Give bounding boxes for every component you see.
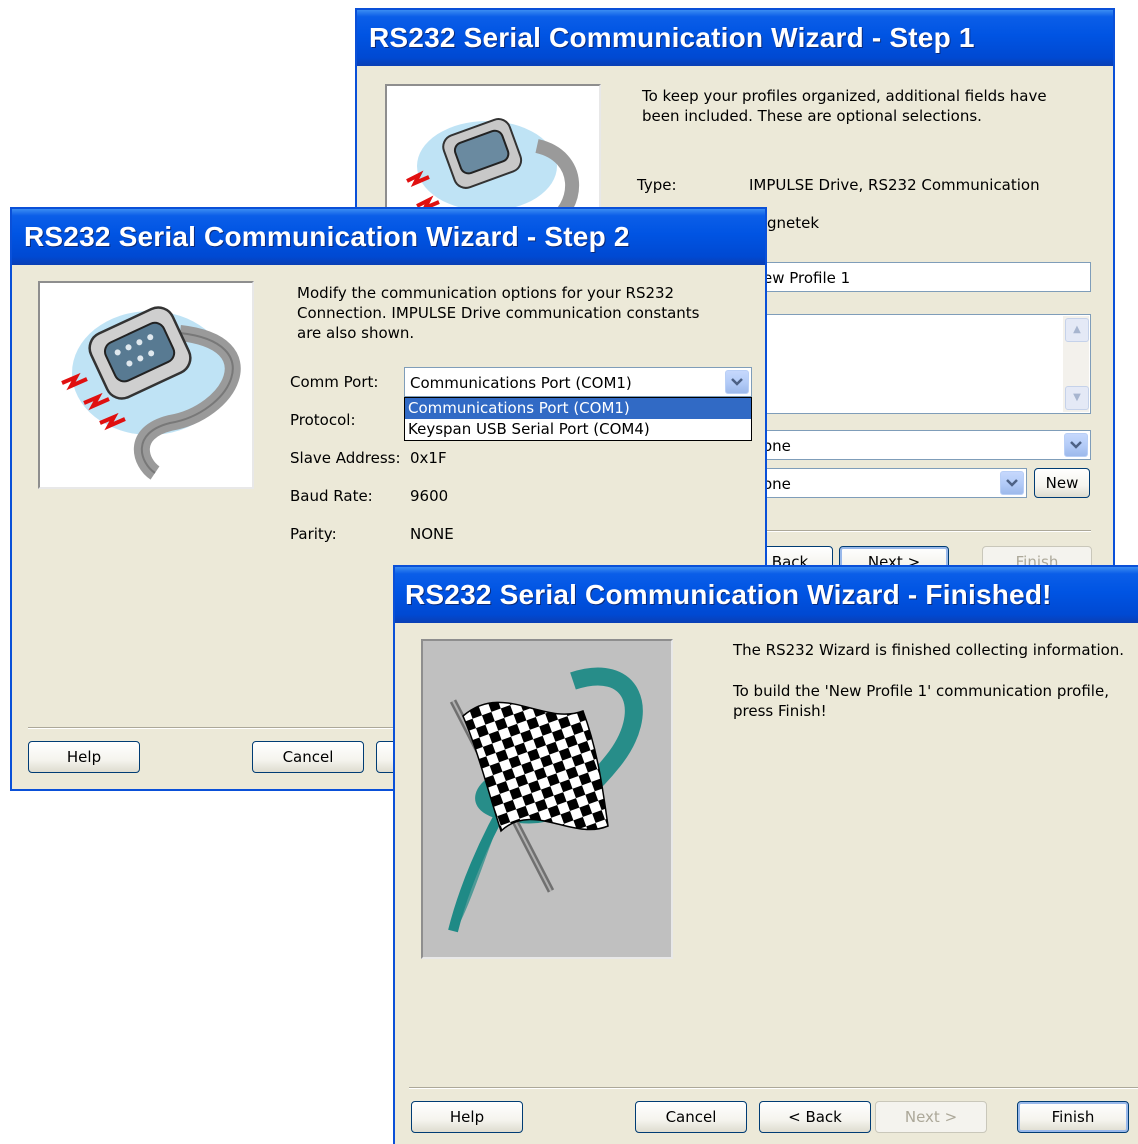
step1-manufacturer-value: gnetek (767, 214, 820, 232)
step2-comm-port-label: Comm Port: (290, 373, 379, 391)
step1-dropdown-2[interactable]: one (757, 468, 1027, 498)
chevron-down-icon[interactable] (725, 370, 749, 394)
step2-baud-rate-value: 9600 (410, 487, 449, 505)
step1-new-button[interactable]: New (1034, 468, 1090, 498)
step2-comm-port-value: Communications Port (COM1) (410, 374, 632, 392)
step2-comm-port-dropdown-list: Communications Port (COM1) Keyspan USB S… (404, 397, 752, 441)
step2-slave-address-label: Slave Address: (290, 449, 401, 467)
step1-dropdown-1[interactable]: one (757, 430, 1091, 460)
finished-line-1: The RS232 Wizard is finished collecting … (733, 641, 1125, 659)
step2-title-bar: RS232 Serial Communication Wizard - Step… (12, 209, 765, 265)
step1-dropdown-2-value: one (763, 475, 791, 493)
step2-illustration (38, 281, 254, 489)
step1-textarea-scrollbar[interactable]: ▲ ▼ (1063, 316, 1089, 412)
finished-line-2: To build the 'New Profile 1' communicati… (733, 682, 1109, 720)
step2-comm-port-select[interactable]: Communications Port (COM1) (404, 367, 752, 397)
step2-parity-value: NONE (410, 525, 454, 543)
finished-cancel-button[interactable]: Cancel (635, 1101, 747, 1133)
finished-next-button[interactable]: Next > (875, 1101, 987, 1133)
step2-comm-port-option-2[interactable]: Keyspan USB Serial Port (COM4) (405, 419, 751, 440)
finished-title-bar: RS232 Serial Communication Wizard - Fini… (395, 567, 1138, 623)
step1-dropdown-1-value: one (763, 437, 791, 455)
scroll-up-icon[interactable]: ▲ (1065, 318, 1089, 342)
step1-description-textarea[interactable]: ▲ ▼ (757, 314, 1091, 414)
finished-back-button[interactable]: < Back (759, 1101, 871, 1133)
step1-title-bar: RS232 Serial Communication Wizard - Step… (357, 10, 1113, 66)
step2-intro-text: Modify the communication options for you… (297, 284, 700, 342)
finished-separator (409, 1087, 1138, 1089)
step1-intro-text: To keep your profiles organized, additio… (642, 87, 1047, 125)
step2-cancel-button[interactable]: Cancel (252, 741, 364, 773)
step2-slave-address-value: 0x1F (410, 449, 447, 467)
step2-protocol-label: Protocol: (290, 411, 356, 429)
step2-parity-label: Parity: (290, 525, 337, 543)
step2-comm-port-option-1[interactable]: Communications Port (COM1) (405, 398, 751, 419)
step1-profile-name-input[interactable]: ew Profile 1 (757, 262, 1091, 292)
step1-type-label: Type: (637, 176, 677, 194)
serial-connector-icon (61, 306, 241, 480)
chevron-down-icon[interactable] (1064, 433, 1088, 457)
finished-help-button[interactable]: Help (411, 1101, 523, 1133)
finished-finish-button[interactable]: Finish (1017, 1101, 1129, 1133)
checkered-flag-icon (448, 667, 643, 933)
chevron-down-icon[interactable] (1000, 471, 1024, 495)
step1-separator (757, 530, 1091, 532)
scroll-down-icon[interactable]: ▼ (1065, 386, 1089, 410)
step2-baud-rate-label: Baud Rate: (290, 487, 373, 505)
step2-help-button[interactable]: Help (28, 741, 140, 773)
finished-window: RS232 Serial Communication Wizard - Fini… (393, 565, 1138, 1144)
step1-type-value: IMPULSE Drive, RS232 Communication (749, 176, 1040, 194)
finished-illustration (421, 639, 673, 959)
